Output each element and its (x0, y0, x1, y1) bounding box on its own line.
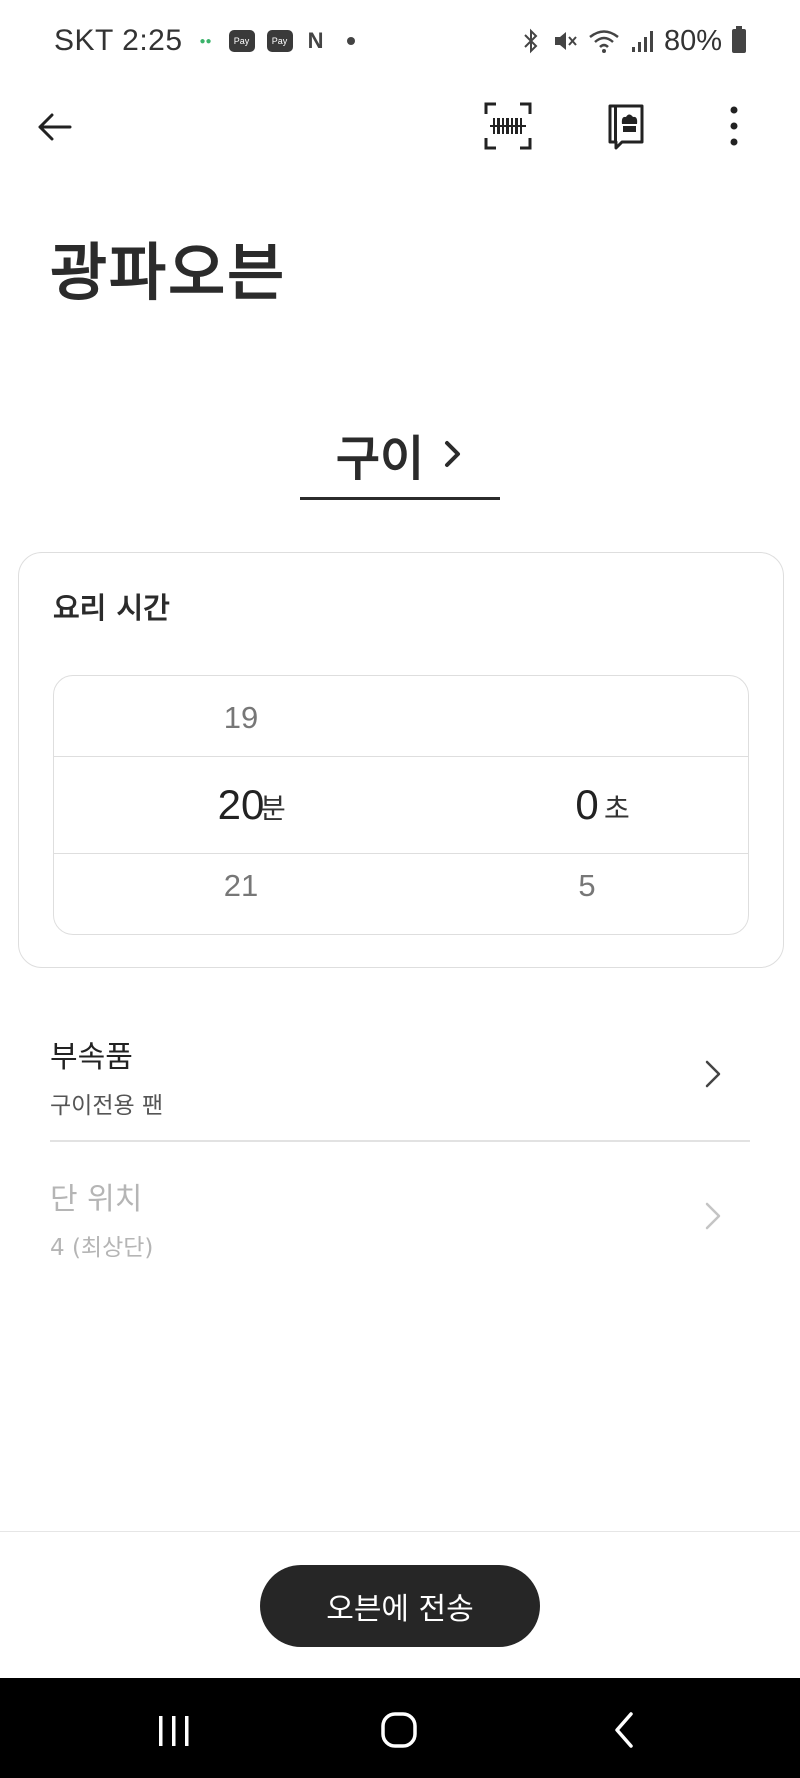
back-icon[interactable] (612, 1710, 636, 1750)
cook-time-title: 요리 시간 (53, 591, 170, 625)
mode-underline (300, 497, 500, 500)
pay-icon: Pay (228, 30, 255, 52)
status-left: SKT 2:25 ●● Pay Pay N (54, 24, 355, 58)
cook-time-card: 요리 시간 19 20 분 0 초 21 5 (18, 552, 784, 968)
picker-row-selected: 20 분 0 초 (54, 756, 748, 854)
barcode-scan-icon[interactable] (484, 102, 532, 150)
chevron-right-icon (705, 1060, 721, 1088)
carrier-time: SKT 2:25 (54, 24, 183, 57)
pay-icon: Pay (266, 30, 293, 52)
mute-icon (554, 32, 577, 50)
mode-label: 구이 (335, 431, 425, 487)
accessory-row[interactable]: 부속품 구이전용 팬 (50, 1032, 750, 1132)
minutes-unit: 분 (260, 792, 286, 825)
page-title: 광파오븐 (50, 236, 287, 309)
arrow-left-icon[interactable] (32, 104, 78, 150)
battery-icon (732, 26, 746, 53)
rack-position-row: 단 위치 4 (최상단) (50, 1174, 750, 1274)
rack-position-value: 4 (최상단) (50, 1235, 154, 1261)
picker-row-prev: 19 (54, 676, 748, 756)
home-icon[interactable] (380, 1711, 418, 1749)
signal-icon (631, 31, 653, 52)
chevron-right-icon (705, 1202, 721, 1230)
more-vertical-icon[interactable] (722, 102, 746, 150)
minutes-next[interactable]: 21 (196, 868, 286, 904)
nfc-icon: N (307, 28, 324, 53)
status-bar: SKT 2:25 ●● Pay Pay N 80% (0, 0, 800, 82)
chef-book-icon[interactable] (602, 102, 650, 150)
accessory-title: 부속품 (50, 1040, 133, 1075)
bluetooth-icon (524, 28, 538, 54)
rack-position-title: 단 위치 (50, 1182, 143, 1217)
divider (50, 1140, 750, 1142)
send-to-oven-button[interactable]: 오븐에 전송 (260, 1565, 540, 1647)
minutes-prev[interactable]: 19 (196, 700, 286, 736)
app-bar (0, 90, 800, 162)
bottom-divider (0, 1531, 800, 1532)
notification-dot-icon (346, 37, 355, 45)
app-notification-icon: ●● (199, 35, 212, 47)
chevron-right-icon (445, 441, 461, 467)
status-right: 80% (520, 25, 746, 58)
seconds-unit: 초 (604, 792, 630, 825)
accessory-value: 구이전용 팬 (50, 1093, 164, 1119)
navigation-bar (0, 1678, 800, 1778)
picker-row-next: 21 5 (54, 854, 748, 934)
mode-selector[interactable]: 구이 (300, 408, 500, 500)
recents-icon[interactable] (156, 1714, 192, 1748)
wifi-icon (589, 30, 619, 53)
battery-percent: 80% (663, 24, 722, 57)
time-picker[interactable]: 19 20 분 0 초 21 5 (53, 675, 749, 935)
seconds-next[interactable]: 5 (542, 868, 632, 904)
